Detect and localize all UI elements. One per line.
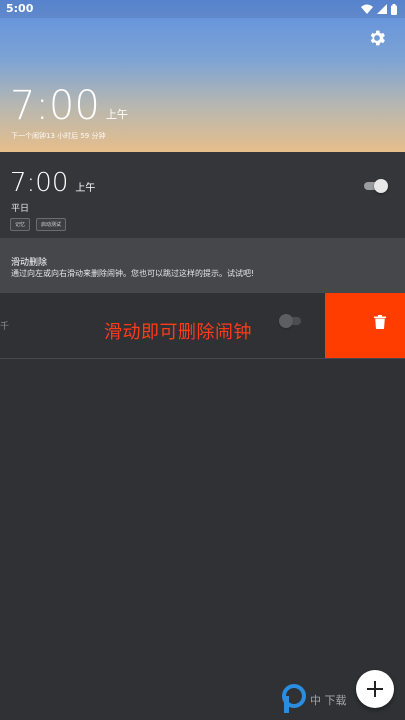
alarm-item[interactable]: 7:00 上午 平日 记忆 启动测试 — [0, 152, 405, 238]
next-alarm-time: 7:00 上午 — [10, 86, 128, 126]
alarm-ampm: 上午 — [75, 183, 96, 194]
alarm-clock: 7:00 — [10, 168, 69, 198]
next-alarm-ampm: 上午 — [105, 108, 128, 121]
toggle-thumb — [279, 314, 293, 328]
watermark-logo-icon — [282, 684, 306, 713]
watermark-text: 中 下载 — [310, 694, 347, 707]
hint-title: 滑动删除 — [11, 258, 48, 268]
alarm-tag: 记忆 — [10, 218, 31, 231]
next-alarm-clock: 7:00 — [10, 83, 100, 129]
alarm-app-screen: 5:00 7:00 上午 下一个闹钟13 小时后 59 分钟 7:00 上午 平… — [0, 0, 405, 720]
settings-button[interactable] — [367, 28, 387, 48]
gear-icon — [370, 30, 385, 46]
header-panel: 5:00 7:00 上午 下一个闹钟13 小时后 59 分钟 — [0, 0, 405, 152]
alarm-enable-toggle[interactable] — [364, 179, 388, 193]
wifi-icon — [361, 4, 373, 14]
toggle-thumb — [374, 179, 388, 193]
swipe-hint-card: 滑动删除 通过向左或向右滑动来删除闹钟。您也可以跳过这样的提示。试试吧! — [0, 238, 405, 293]
status-icons — [361, 2, 397, 16]
plus-icon-bar — [367, 688, 383, 690]
status-time: 5:00 — [6, 2, 34, 15]
alarm-repeat-days: 平日 — [11, 204, 30, 214]
swipe-instruction-caption: 滑动即可删除闹钟 — [104, 322, 252, 343]
hint-text: 通过向左或向右滑动来删除闹钟。您也可以跳过这样的提示。试试吧! — [11, 269, 255, 278]
signal-icon — [377, 4, 387, 14]
add-alarm-button[interactable] — [356, 670, 394, 708]
delete-button[interactable] — [325, 293, 405, 358]
trash-icon — [374, 315, 386, 329]
next-alarm-countdown: 下一个闹钟13 小时后 59 分钟 — [11, 132, 106, 140]
swiped-row-toggle[interactable] — [279, 314, 301, 328]
alarm-time: 7:00 上午 — [10, 170, 95, 196]
battery-icon — [391, 3, 397, 15]
swiped-row-text: 千 — [0, 322, 10, 332]
status-bar: 5:00 — [0, 0, 405, 18]
alarm-tag: 启动测试 — [36, 218, 67, 231]
alarm-tags: 记忆 启动测试 — [10, 218, 67, 231]
